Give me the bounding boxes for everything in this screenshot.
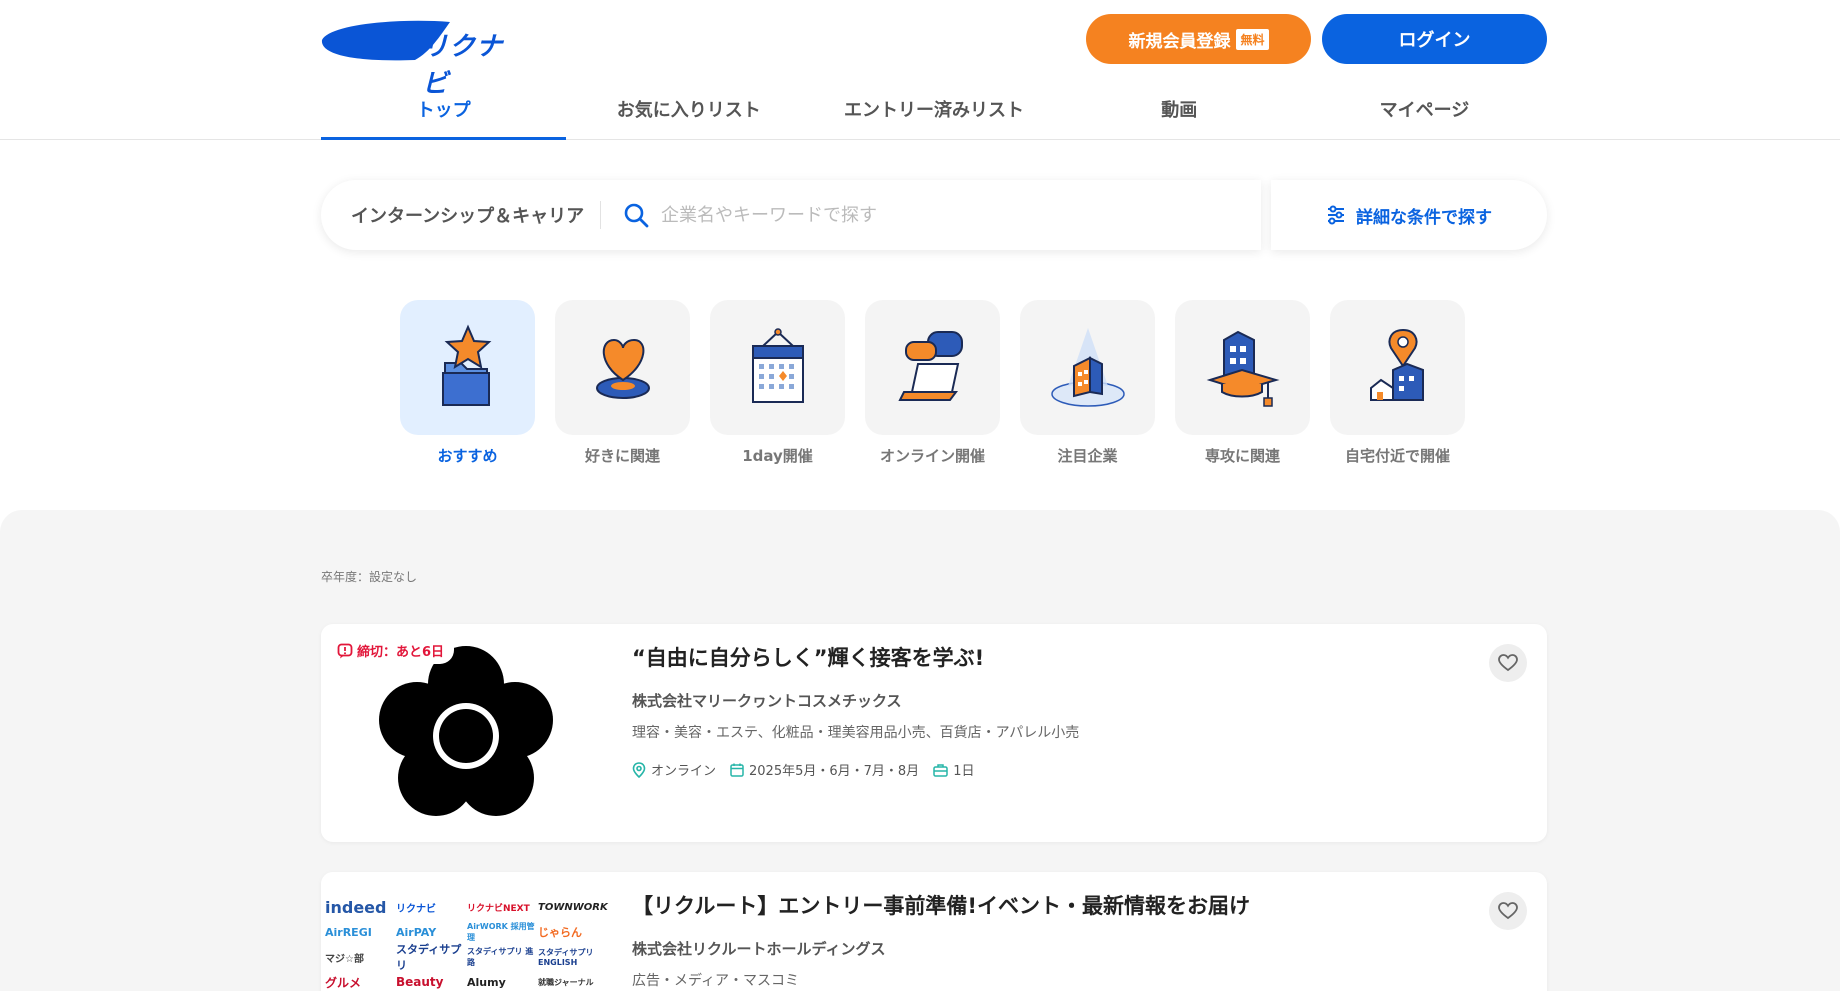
heart-outline-icon [1498,902,1518,920]
category-tile [555,300,690,435]
calendar-small-icon [730,763,744,777]
heart-icon [595,338,650,399]
internship-card[interactable]: indeed リクナビ リクナビNEXT TOWNWORK AirREGI Ai… [321,872,1547,991]
tab-mypage[interactable]: マイページ [1302,80,1547,140]
service-logo: グルメ [325,975,362,990]
service-logo: indeed [325,897,387,917]
category-row: おすすめ 好きに関連 1day開催 オンライン開催 注目企業 専攻に関連 自宅付… [400,300,1465,466]
category-tile [710,300,845,435]
dates-text: 2025年5月・6月・7月・8月 [749,764,920,779]
service-logo: スタディサプリ ENGLISH [538,948,594,967]
category-label: 好きに関連 [584,447,660,465]
duration-text: 1日 [953,764,975,779]
service-logo: リクナビ [396,903,436,915]
category-near-home[interactable]: 自宅付近で開催 [1330,300,1465,466]
favorite-button[interactable] [1489,892,1527,930]
service-logo: AirWORK 採用管理 [467,922,535,942]
calendar-icon [751,327,804,403]
location-text: オンライン [651,764,717,779]
search-icon [624,203,649,228]
service-logo: Beauty [396,975,444,989]
rikunabi-logo[interactable]: リクナビ [320,16,520,99]
industry-text: 理容・美容・エステ、化粧品・理美容用品小売、百貨店・アパレル小売 [632,725,1080,741]
internship-card[interactable]: 締切：あと6日 “自由に自分らしく”輝く接客を学ぶ! 株式会社マリークヮントコス… [321,624,1547,842]
register-button[interactable]: 新規会員登録 無料 [1086,14,1311,64]
service-logo: リクナビNEXT [467,903,530,914]
location-building-icon [1369,328,1424,401]
category-label: オンライン開催 [879,447,985,465]
location-pin-icon [632,761,646,778]
category-label: 専攻に関連 [1204,447,1280,465]
category-label: 1day開催 [742,447,813,465]
service-logo: スタディサプリ 進路 [467,947,534,967]
category-tile [865,300,1000,435]
category-tile [1175,300,1310,435]
category-label: 自宅付近で開催 [1344,447,1450,465]
category-label: おすすめ [437,447,498,465]
service-logo: Alumy [467,975,506,989]
heart-outline-icon [1498,654,1518,672]
category-1day[interactable]: 1day開催 [710,300,845,466]
category-online[interactable]: オンライン開催 [865,300,1000,466]
detail-search-button[interactable]: 詳細な条件で探す [1271,180,1547,250]
header: リクナビ 新規会員登録 無料 ログイン トップ お気に入りリスト エントリー済み… [0,0,1840,140]
search-input[interactable] [661,204,1221,226]
favorite-button[interactable] [1489,644,1527,682]
tab-entries[interactable]: エントリー済みリスト [811,80,1056,140]
category-recommended[interactable]: おすすめ [400,300,535,466]
laptop-chat-icon [897,330,963,401]
meta-location: オンライン [632,760,716,779]
service-logo: 就職ジャーナル [538,977,594,987]
deadline-badge: 締切：あと6日 [331,638,455,664]
category-featured[interactable]: 注目企業 [1020,300,1155,466]
service-logo: AirPAY [396,925,437,939]
service-logo: マジ☆部 [325,953,364,965]
main-nav: トップ お気に入りリスト エントリー済みリスト 動画 マイページ [321,80,1547,140]
card-title[interactable]: 【リクルート】エントリー事前準備!イベント・最新情報をお届け [632,890,1250,920]
service-logo: スタディサプリ [396,943,462,972]
search-bar: インターンシップ＆キャリア [321,180,1261,250]
alert-icon [337,643,353,658]
tab-top[interactable]: トップ [321,80,567,140]
register-label: 新規会員登録 [1128,31,1231,52]
meta-dates: 2025年5月・6月・7月・8月 [730,760,919,779]
category-tile [400,300,535,435]
free-badge: 無料 [1236,28,1269,50]
service-logo: AirREGI [325,925,372,939]
detail-search-label: 詳細な条件で探す [1356,207,1492,228]
graduation-building-icon [1206,330,1280,407]
category-likes[interactable]: 好きに関連 [555,300,690,466]
company-logo-image: indeed リクナビ リクナビNEXT TOWNWORK AirREGI Ai… [321,872,612,991]
category-major[interactable]: 専攻に関連 [1175,300,1310,466]
company-logo-image: 締切：あと6日 [321,632,612,834]
graduation-year-label[interactable]: 卒年度：設定なし [321,568,417,585]
meta-duration: 1日 [933,760,974,779]
company-name: 株式会社マリークヮントコスメチックス [632,692,902,710]
industry-text: 広告・メディア・マスコミ [632,973,800,989]
search-category-select[interactable]: インターンシップ＆キャリア [321,201,601,229]
card-title[interactable]: “自由に自分らしく”輝く接客を学ぶ! [632,642,984,672]
company-name: 株式会社リクルートホールディングス [632,940,886,958]
service-logo: じゃらん [538,926,582,939]
login-button[interactable]: ログイン [1322,14,1547,64]
tab-favorites[interactable]: お気に入りリスト [566,80,811,140]
filter-sliders-icon [1328,205,1344,225]
spotlight-building-icon [1050,327,1125,407]
tab-videos[interactable]: 動画 [1057,80,1302,140]
deadline-text: 締切：あと6日 [357,645,445,660]
card-meta: オンライン 2025年5月・6月・7月・8月 1日 [632,760,974,779]
briefcase-icon [933,763,948,777]
category-label: 注目企業 [1057,447,1118,465]
category-tile [1020,300,1155,435]
star-folder-icon [441,323,491,406]
service-logo-grid: indeed リクナビ リクナビNEXT TOWNWORK AirREGI Ai… [325,896,610,991]
service-logo: TOWNWORK [538,901,608,913]
category-tile [1330,300,1465,435]
